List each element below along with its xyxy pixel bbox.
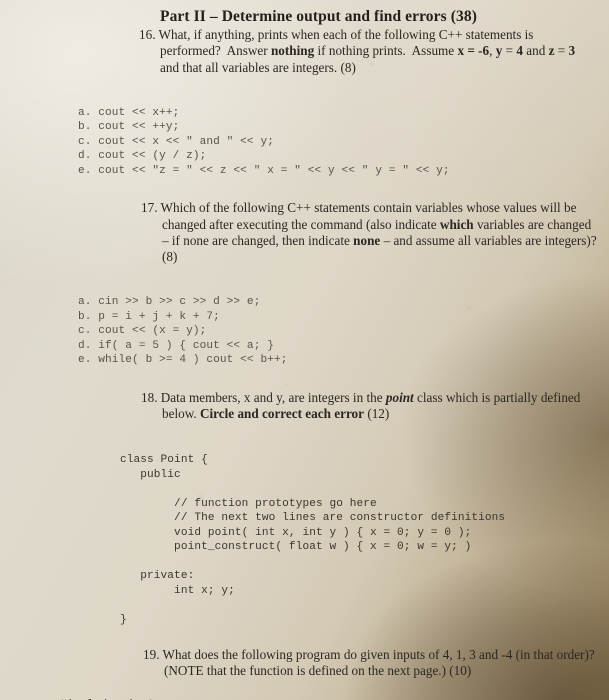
question-19: 19. What does the following program do g… [12, 647, 597, 700]
question-16-code: a. cout << x++; b. cout << ++y; c. cout … [78, 106, 450, 177]
question-17-code: a. cin >> b >> c >> d >> e; b. p = i + j… [78, 296, 288, 367]
question-16: 16. What, if anything, prints when each … [12, 27, 597, 178]
question-18: 18. Data members, x and y, are integers … [12, 390, 597, 627]
scanned-exam-page: Part II – Determine output and find erro… [0, 0, 609, 700]
question-17-prompt: 17. Which of the following C++ statement… [141, 200, 597, 265]
question-17: 17. Which of the following C++ statement… [12, 200, 597, 368]
page-content: Part II – Determine output and find erro… [0, 0, 609, 700]
question-16-prompt: 16. What, if anything, prints when each … [139, 27, 576, 75]
question-18-code: class Point { public // function prototy… [120, 454, 506, 626]
question-19-prompt: 19. What does the following program do g… [143, 646, 595, 679]
page-title: Part II – Determine output and find erro… [160, 8, 477, 25]
question-18-prompt: 18. Data members, x and y, are integers … [141, 389, 581, 422]
